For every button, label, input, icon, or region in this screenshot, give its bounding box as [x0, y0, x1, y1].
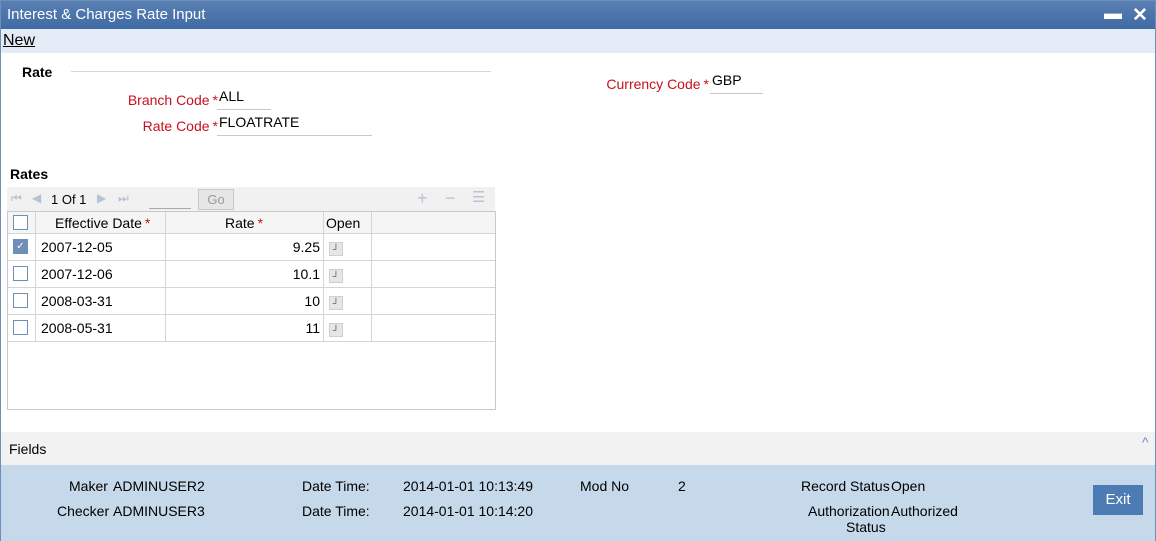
currency-code-label: Currency Code * — [606, 76, 709, 92]
row-checkbox[interactable]: ✓ — [13, 239, 28, 254]
rate-cell[interactable]: 10 — [168, 293, 320, 309]
branch-code-label: Branch Code * — [127, 92, 218, 108]
table-row[interactable]: 2007-12-06 10.1 ┘ — [8, 261, 495, 288]
open-icon[interactable]: ┘ — [329, 242, 343, 256]
checker-label: Checker — [57, 503, 110, 519]
window-title: Interest & Charges Rate Input — [7, 6, 206, 23]
record-status-value: Open — [891, 478, 926, 494]
rate-cell[interactable]: 10.1 — [168, 266, 320, 282]
row-checkbox[interactable] — [13, 293, 28, 308]
table-row[interactable]: ✓ 2007-12-05 9.25 ┘ — [8, 234, 495, 261]
maker-datetime-label: Date Time: — [302, 478, 370, 494]
maker-label: Maker — [69, 478, 108, 494]
single-view-icon[interactable]: ☰ — [472, 188, 485, 206]
effective-date-cell[interactable]: 2007-12-06 — [41, 266, 113, 282]
new-link[interactable]: New — [3, 32, 35, 50]
open-header: Open — [326, 215, 361, 231]
authorization-status-label: Authorization — [808, 503, 890, 519]
title-bar: Interest & Charges Rate Input ▬ ✕ — [1, 1, 1155, 29]
first-page-icon[interactable]: ⏮ — [11, 191, 22, 206]
rates-pager: ⏮ ◀ 1 Of 1 ▶ ⏭ Go + − ☰ — [7, 187, 495, 211]
page-number-input[interactable] — [149, 189, 191, 209]
rate-section-divider — [71, 71, 491, 72]
effective-date-cell[interactable]: 2008-03-31 — [41, 293, 113, 309]
add-row-icon[interactable]: + — [417, 188, 428, 209]
table-row[interactable]: 2008-05-31 11 ┘ — [8, 315, 495, 342]
select-all-checkbox[interactable] — [13, 215, 28, 230]
branch-code-field[interactable]: ALL — [217, 88, 271, 110]
exit-button[interactable]: Exit — [1093, 485, 1143, 515]
maker-datetime-value: 2014-01-01 10:13:49 — [403, 478, 533, 494]
close-icon[interactable]: ✕ — [1132, 4, 1148, 27]
last-page-icon[interactable]: ⏭ — [118, 191, 129, 206]
prev-page-icon[interactable]: ◀ — [32, 191, 41, 205]
rate-cell[interactable]: 11 — [168, 320, 320, 336]
minimize-icon[interactable]: ▬ — [1104, 3, 1122, 24]
table-row[interactable]: 2008-03-31 10 ┘ — [8, 288, 495, 315]
page-indicator: 1 Of 1 — [51, 192, 87, 207]
fields-bar[interactable]: Fields ^ — [1, 432, 1155, 465]
next-page-icon[interactable]: ▶ — [97, 191, 106, 205]
collapse-caret-icon[interactable]: ^ — [1142, 434, 1149, 450]
rates-section-title: Rates — [10, 166, 49, 182]
row-checkbox[interactable] — [13, 266, 28, 281]
rate-code-label: Rate Code * — [142, 118, 218, 134]
currency-code-field[interactable]: GBP — [710, 72, 763, 94]
effective-date-cell[interactable]: 2008-05-31 — [41, 320, 113, 336]
rate-section-title: Rate — [22, 64, 53, 80]
open-icon[interactable]: ┘ — [329, 323, 343, 337]
open-icon[interactable]: ┘ — [329, 269, 343, 283]
authorization-status-label-2: Status — [846, 519, 886, 535]
row-checkbox[interactable] — [13, 320, 28, 335]
open-icon[interactable]: ┘ — [329, 296, 343, 310]
rates-grid: Effective Date * Rate * Open ✓ 2007-12-05 … — [7, 211, 496, 410]
mod-no-label: Mod No — [580, 478, 630, 494]
delete-row-icon[interactable]: − — [445, 188, 456, 209]
grid-header: Effective Date * Rate * Open — [8, 212, 495, 234]
checker-datetime-value: 2014-01-01 10:14:20 — [403, 503, 533, 519]
audit-footer: Maker ADMINUSER2 Checker ADMINUSER3 Date… — [1, 465, 1155, 541]
maker-value: ADMINUSER2 — [113, 478, 205, 494]
mod-no-value: 2 — [678, 478, 686, 494]
menu-bar: New — [1, 29, 1155, 53]
go-button[interactable]: Go — [198, 189, 234, 210]
record-status-label: Record Status — [801, 478, 890, 494]
fields-label[interactable]: Fields — [9, 441, 46, 457]
effective-date-cell[interactable]: 2007-12-05 — [41, 239, 113, 255]
rate-header: Rate * — [225, 215, 264, 231]
rate-input-window: Interest & Charges Rate Input ▬ ✕ New Ra… — [0, 0, 1156, 541]
rate-cell[interactable]: 9.25 — [168, 239, 320, 255]
authorization-status-value: Authorized — [891, 503, 958, 519]
rate-code-field[interactable]: FLOATRATE — [217, 114, 372, 136]
effective-date-header: Effective Date * — [55, 215, 151, 231]
checker-value: ADMINUSER3 — [113, 503, 205, 519]
checker-datetime-label: Date Time: — [302, 503, 370, 519]
